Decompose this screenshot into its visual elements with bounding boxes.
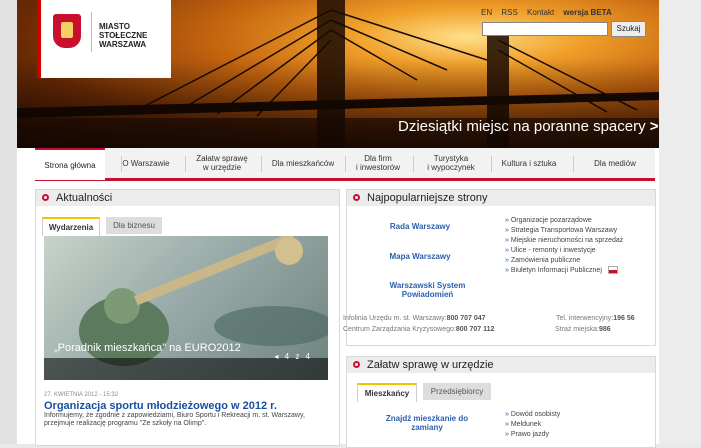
nav-about-warsaw[interactable]: O Warszawie [111,148,181,178]
nav-divider [261,156,262,172]
news-tabs: Wydarzenia Dla biznesu [42,217,242,236]
city-logo[interactable]: MIASTO STOŁECZNE WARSZAWA [37,0,171,78]
contact-hotline: Infolinia Urzędu m. st. Warszawy:800 707… [343,315,486,322]
contact-link[interactable]: Kontakt [527,8,554,17]
popular-item[interactable]: Zamówienia publiczne [505,256,655,266]
rss-link[interactable]: RSS [501,8,517,17]
tab-events[interactable]: Wydarzenia [42,217,100,236]
coat-of-arms-icon [53,14,81,48]
popular-title: Najpopularniejsze strony [367,192,488,204]
nav-home[interactable]: Strona główna [35,148,105,180]
news-headline[interactable]: Organizacja sportu młodzieżowego w 2012 … [44,400,277,412]
services-panel-header: Załatw sprawę w urzędzie [347,357,655,373]
popular-item[interactable]: Ulice - remonty i inwestycje [505,246,655,256]
nav-divider [345,156,346,172]
nav-divider [413,156,414,172]
news-summary: Informujemy, że zgodnie z zapowiedziami,… [44,412,305,427]
bullet-icon [353,194,360,201]
logo-line-1: MIASTO [99,22,130,31]
contact-city-guard: Straż miejska:986 [555,326,611,333]
nav-business[interactable]: Dla firm i inwestorów [347,148,409,178]
slide-caption[interactable]: „Poradnik mieszkańca" na EURO2012 [54,342,241,354]
news-title: Aktualności [56,192,113,204]
hero-caption[interactable]: Dziesiątki miejsc na poranne spacery > [398,118,659,135]
city-guard-number: 986 [598,326,611,333]
logo-divider [91,12,92,52]
popular-item[interactable]: Miejskie nieruchomości na sprzedaż [505,236,655,246]
popular-link-council[interactable]: Rada Warszawy [370,222,470,231]
news-date: 27. KWIETNIA 2012 - 15:32 [44,392,119,398]
services-item-registration[interactable]: Meldunek [505,420,645,430]
services-item-id-card[interactable]: Dowód osobisty [505,410,645,420]
beta-label: wersja BETA [563,8,612,17]
popular-panel-header: Najpopularniejsze strony [347,190,655,206]
lang-en-link[interactable]: EN [481,8,492,17]
popular-item[interactable]: Organizacje pozarządowe [505,216,655,226]
nav-culture[interactable]: Kultura i sztuka [493,148,565,178]
slide-counter[interactable]: ◂ 4 z 4 [274,352,312,361]
logo-text: MIASTO STOŁECZNE WARSZAWA [99,22,147,49]
hero-arrow-icon: > [649,118,659,135]
nav-divider [185,156,186,172]
slide-counter-text: 4 z 4 [284,352,312,361]
top-links: EN RSS Kontakt wersja BETA [481,8,619,17]
contact-crisis: Centrum Zarządzania Kryzysowego:800 707 … [343,326,494,333]
nav-residents[interactable]: Dla mieszkańców [263,148,343,178]
crisis-label: Centrum Zarządzania Kryzysowego: [343,326,456,333]
nav-divider [573,156,574,172]
tab-residents[interactable]: Mieszkańcy [357,383,417,402]
left-margin [0,0,17,444]
tab-entrepreneurs[interactable]: Przedsiębiorcy [423,383,491,400]
crisis-number: 800 707 112 [455,326,495,333]
bullet-icon [353,361,360,368]
popular-list: Organizacje pozarządowe Strategia Transp… [505,216,655,276]
intervention-label: Tel. interwencyjny: [556,315,614,322]
services-item-driving-license[interactable]: Prawo jazdy [505,430,645,440]
services-list: Dowód osobisty Meldunek Prawo jazdy [505,410,645,440]
news-panel-header: Aktualności [36,190,339,206]
intervention-number: 196 56 [613,315,635,322]
news-slideshow[interactable]: „Poradnik mieszkańca" na EURO2012 ◂ 4 z … [44,236,328,380]
right-margin [659,0,701,444]
popular-item-bip[interactable]: Biuletyn Informacji Publicznej [505,266,655,276]
hotline-number: 800 707 047 [446,315,486,322]
popular-item[interactable]: Strategia Transportowa Warszawy [505,226,655,236]
popular-link-map[interactable]: Mapa Warszawy [370,252,470,261]
services-link-apartment-exchange[interactable]: Znajdź mieszkanie do zamiany [372,414,482,432]
main-nav: Strona główna O Warszawie Załatw sprawę … [35,148,655,181]
contact-intervention: Tel. interwencyjny:196 56 [556,315,635,322]
popular-link-alerts[interactable]: Warszawski System Powiadomień [370,281,485,299]
popular-item-bip-label: Biuletyn Informacji Publicznej [510,267,602,274]
services-title: Załatw sprawę w urzędzie [367,359,494,371]
services-tabs: Mieszkańcy Przedsiębiorcy [357,383,557,402]
nav-media[interactable]: Dla mediów [575,148,655,178]
search-input[interactable] [482,22,608,36]
nav-services[interactable]: Załatw sprawę w urzędzie [187,148,257,178]
tab-business[interactable]: Dla biznesu [106,217,162,234]
nav-divider [491,156,492,172]
nav-tourism[interactable]: Turystyka i wypoczynek [415,148,487,178]
bip-flag-icon [607,266,618,275]
hotline-label: Infolinia Urzędu m. st. Warszawy: [343,315,447,322]
logo-line-2: STOŁECZNE [99,31,148,40]
hero-title-text: Dziesiątki miejsc na poranne spacery [398,118,646,135]
city-guard-label: Straż miejska: [555,326,599,333]
logo-line-3: WARSZAWA [99,40,147,49]
slide-caption-bar [44,358,328,380]
search-button[interactable]: Szukaj [611,21,646,37]
bullet-icon [42,194,49,201]
